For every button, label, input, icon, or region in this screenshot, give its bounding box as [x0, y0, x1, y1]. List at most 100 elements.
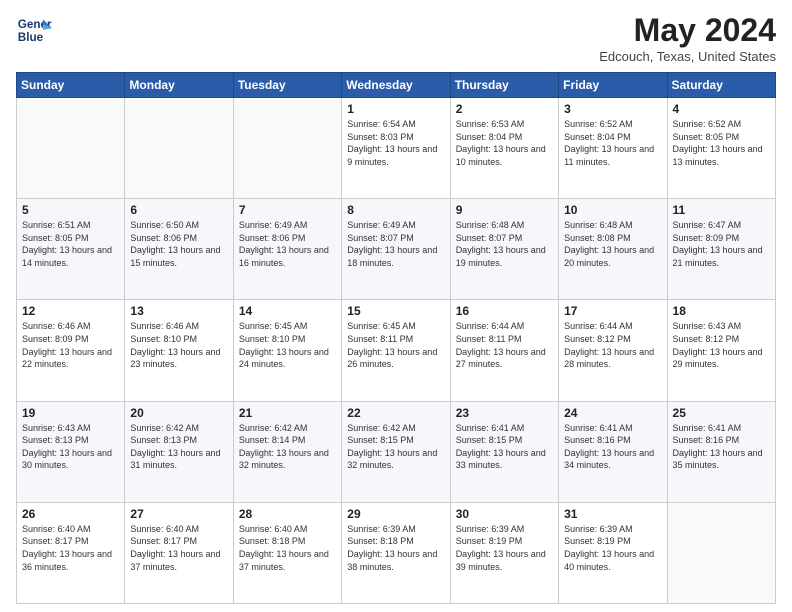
day-info: Sunrise: 6:43 AM Sunset: 8:13 PM Dayligh…: [22, 422, 119, 472]
day-number: 5: [22, 203, 119, 217]
day-number: 6: [130, 203, 227, 217]
day-number: 23: [456, 406, 553, 420]
day-number: 9: [456, 203, 553, 217]
day-info: Sunrise: 6:40 AM Sunset: 8:17 PM Dayligh…: [22, 523, 119, 573]
calendar-cell: 31 Sunrise: 6:39 AM Sunset: 8:19 PM Dayli…: [559, 502, 667, 603]
calendar-body: 1 Sunrise: 6:54 AM Sunset: 8:03 PM Daylig…: [17, 98, 776, 604]
calendar-cell: [125, 98, 233, 199]
day-info: Sunrise: 6:44 AM Sunset: 8:11 PM Dayligh…: [456, 320, 553, 370]
day-number: 4: [673, 102, 770, 116]
day-info: Sunrise: 6:40 AM Sunset: 8:17 PM Dayligh…: [130, 523, 227, 573]
calendar-week-2: 5Sunrise: 6:51 AM Sunset: 8:05 PM Daylig…: [17, 199, 776, 300]
calendar-cell: 19 Sunrise: 6:43 AM Sunset: 8:13 PM Dayli…: [17, 401, 125, 502]
day-number: 20: [130, 406, 227, 420]
header: General Blue May 2024 Edcouch, Texas, Un…: [16, 12, 776, 64]
day-number: 8: [347, 203, 444, 217]
day-number: 24: [564, 406, 661, 420]
calendar-cell: 15 Sunrise: 6:45 AM Sunset: 8:11 PM Dayli…: [342, 300, 450, 401]
calendar-table: SundayMondayTuesdayWednesdayThursdayFrid…: [16, 72, 776, 604]
calendar-cell: 12Sunrise: 6:46 AM Sunset: 8:09 PM Dayli…: [17, 300, 125, 401]
weekday-header-sunday: Sunday: [17, 73, 125, 98]
calendar-cell: 16 Sunrise: 6:44 AM Sunset: 8:11 PM Dayli…: [450, 300, 558, 401]
calendar-cell: 21 Sunrise: 6:42 AM Sunset: 8:14 PM Dayli…: [233, 401, 341, 502]
day-number: 25: [673, 406, 770, 420]
calendar-week-3: 12Sunrise: 6:46 AM Sunset: 8:09 PM Dayli…: [17, 300, 776, 401]
day-number: 11: [673, 203, 770, 217]
day-number: 2: [456, 102, 553, 116]
weekday-header-saturday: Saturday: [667, 73, 775, 98]
weekday-header-monday: Monday: [125, 73, 233, 98]
day-info: Sunrise: 6:45 AM Sunset: 8:11 PM Dayligh…: [347, 320, 444, 370]
calendar-cell: 8 Sunrise: 6:49 AM Sunset: 8:07 PM Daylig…: [342, 199, 450, 300]
calendar-week-5: 26 Sunrise: 6:40 AM Sunset: 8:17 PM Dayli…: [17, 502, 776, 603]
day-info: Sunrise: 6:41 AM Sunset: 8:15 PM Dayligh…: [456, 422, 553, 472]
day-info: Sunrise: 6:46 AM Sunset: 8:10 PM Dayligh…: [130, 320, 227, 370]
calendar-cell: 28Sunrise: 6:40 AM Sunset: 8:18 PM Dayli…: [233, 502, 341, 603]
day-info: Sunrise: 6:49 AM Sunset: 8:07 PM Dayligh…: [347, 219, 444, 269]
calendar-cell: [17, 98, 125, 199]
calendar-cell: 23 Sunrise: 6:41 AM Sunset: 8:15 PM Dayli…: [450, 401, 558, 502]
calendar-cell: 4Sunrise: 6:52 AM Sunset: 8:05 PM Daylig…: [667, 98, 775, 199]
calendar-cell: 29 Sunrise: 6:39 AM Sunset: 8:18 PM Dayli…: [342, 502, 450, 603]
day-info: Sunrise: 6:43 AM Sunset: 8:12 PM Dayligh…: [673, 320, 770, 370]
location: Edcouch, Texas, United States: [599, 49, 776, 64]
calendar-cell: 3 Sunrise: 6:52 AM Sunset: 8:04 PM Daylig…: [559, 98, 667, 199]
calendar-cell: 6 Sunrise: 6:50 AM Sunset: 8:06 PM Daylig…: [125, 199, 233, 300]
page: General Blue May 2024 Edcouch, Texas, Un…: [0, 0, 792, 612]
day-info: Sunrise: 6:49 AM Sunset: 8:06 PM Dayligh…: [239, 219, 336, 269]
day-number: 27: [130, 507, 227, 521]
day-info: Sunrise: 6:39 AM Sunset: 8:18 PM Dayligh…: [347, 523, 444, 573]
calendar-cell: 14Sunrise: 6:45 AM Sunset: 8:10 PM Dayli…: [233, 300, 341, 401]
day-number: 3: [564, 102, 661, 116]
day-info: Sunrise: 6:45 AM Sunset: 8:10 PM Dayligh…: [239, 320, 336, 370]
day-number: 29: [347, 507, 444, 521]
day-number: 7: [239, 203, 336, 217]
calendar-cell: 26 Sunrise: 6:40 AM Sunset: 8:17 PM Dayli…: [17, 502, 125, 603]
calendar-cell: 20 Sunrise: 6:42 AM Sunset: 8:13 PM Dayli…: [125, 401, 233, 502]
weekday-header-row: SundayMondayTuesdayWednesdayThursdayFrid…: [17, 73, 776, 98]
calendar-cell: [233, 98, 341, 199]
day-info: Sunrise: 6:48 AM Sunset: 8:07 PM Dayligh…: [456, 219, 553, 269]
day-info: Sunrise: 6:41 AM Sunset: 8:16 PM Dayligh…: [673, 422, 770, 472]
day-number: 13: [130, 304, 227, 318]
day-info: Sunrise: 6:52 AM Sunset: 8:04 PM Dayligh…: [564, 118, 661, 168]
day-number: 19: [22, 406, 119, 420]
day-number: 17: [564, 304, 661, 318]
day-info: Sunrise: 6:42 AM Sunset: 8:14 PM Dayligh…: [239, 422, 336, 472]
day-info: Sunrise: 6:39 AM Sunset: 8:19 PM Dayligh…: [564, 523, 661, 573]
calendar-cell: 10Sunrise: 6:48 AM Sunset: 8:08 PM Dayli…: [559, 199, 667, 300]
calendar-week-4: 19 Sunrise: 6:43 AM Sunset: 8:13 PM Dayli…: [17, 401, 776, 502]
calendar-cell: 2 Sunrise: 6:53 AM Sunset: 8:04 PM Daylig…: [450, 98, 558, 199]
day-number: 31: [564, 507, 661, 521]
calendar-cell: 30Sunrise: 6:39 AM Sunset: 8:19 PM Dayli…: [450, 502, 558, 603]
day-number: 1: [347, 102, 444, 116]
month-year: May 2024: [599, 12, 776, 49]
calendar-cell: 22Sunrise: 6:42 AM Sunset: 8:15 PM Dayli…: [342, 401, 450, 502]
day-info: Sunrise: 6:42 AM Sunset: 8:13 PM Dayligh…: [130, 422, 227, 472]
weekday-header-thursday: Thursday: [450, 73, 558, 98]
weekday-header-friday: Friday: [559, 73, 667, 98]
day-info: Sunrise: 6:41 AM Sunset: 8:16 PM Dayligh…: [564, 422, 661, 472]
calendar-cell: 13 Sunrise: 6:46 AM Sunset: 8:10 PM Dayli…: [125, 300, 233, 401]
day-info: Sunrise: 6:53 AM Sunset: 8:04 PM Dayligh…: [456, 118, 553, 168]
logo: General Blue: [16, 12, 52, 48]
day-info: Sunrise: 6:48 AM Sunset: 8:08 PM Dayligh…: [564, 219, 661, 269]
day-number: 26: [22, 507, 119, 521]
calendar-cell: 18Sunrise: 6:43 AM Sunset: 8:12 PM Dayli…: [667, 300, 775, 401]
day-info: Sunrise: 6:54 AM Sunset: 8:03 PM Dayligh…: [347, 118, 444, 168]
day-number: 15: [347, 304, 444, 318]
day-info: Sunrise: 6:44 AM Sunset: 8:12 PM Dayligh…: [564, 320, 661, 370]
calendar-cell: 27 Sunrise: 6:40 AM Sunset: 8:17 PM Dayli…: [125, 502, 233, 603]
weekday-header-wednesday: Wednesday: [342, 73, 450, 98]
day-number: 21: [239, 406, 336, 420]
day-info: Sunrise: 6:42 AM Sunset: 8:15 PM Dayligh…: [347, 422, 444, 472]
calendar-cell: 1 Sunrise: 6:54 AM Sunset: 8:03 PM Daylig…: [342, 98, 450, 199]
svg-text:Blue: Blue: [18, 31, 44, 44]
logo-icon: General Blue: [16, 12, 52, 48]
day-info: Sunrise: 6:50 AM Sunset: 8:06 PM Dayligh…: [130, 219, 227, 269]
day-info: Sunrise: 6:47 AM Sunset: 8:09 PM Dayligh…: [673, 219, 770, 269]
day-number: 12: [22, 304, 119, 318]
calendar-cell: 25 Sunrise: 6:41 AM Sunset: 8:16 PM Dayli…: [667, 401, 775, 502]
calendar-cell: 17 Sunrise: 6:44 AM Sunset: 8:12 PM Dayli…: [559, 300, 667, 401]
day-number: 16: [456, 304, 553, 318]
